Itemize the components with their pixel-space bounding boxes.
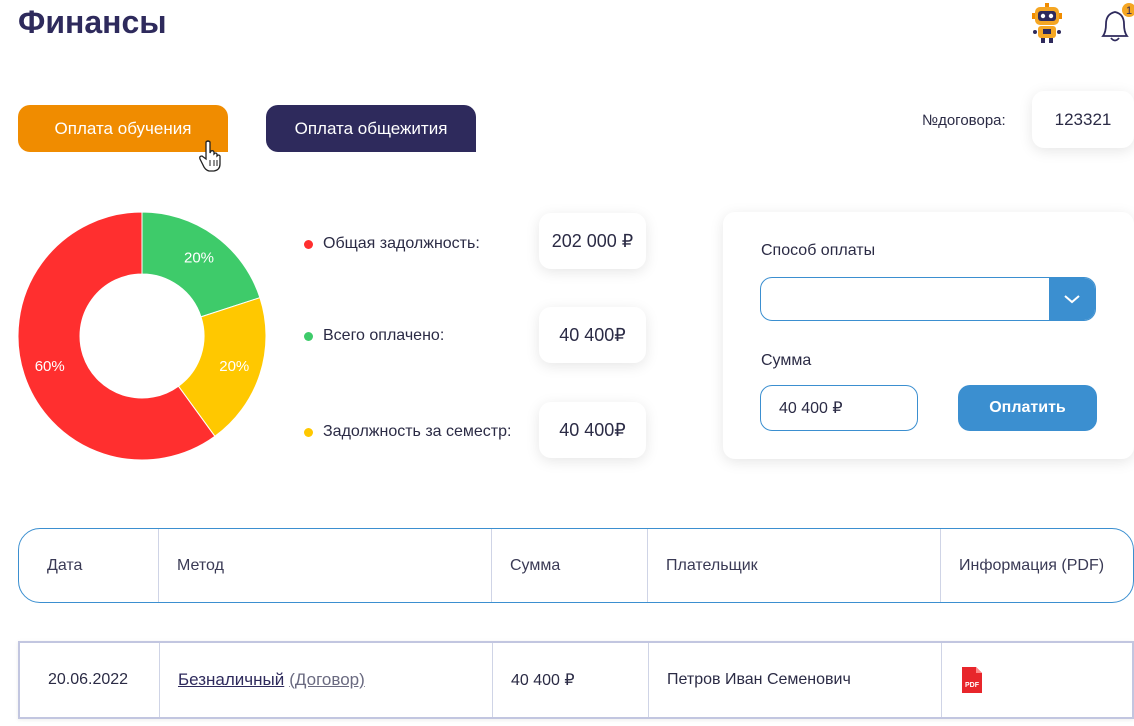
- legend-total-debt: Общая задолжность:: [304, 235, 480, 253]
- column-header-payer: Плательщик: [648, 529, 941, 602]
- amount-input[interactable]: [760, 385, 918, 431]
- legend-label-total-debt: Общая задолжность:: [323, 235, 480, 252]
- pdf-file-icon[interactable]: PDF: [960, 665, 984, 695]
- donut-label-0: 20%: [184, 250, 214, 267]
- row-date: 20.06.2022: [20, 643, 160, 717]
- page-title: Финансы: [18, 4, 167, 40]
- semester-debt-value: 40 400₽: [539, 402, 646, 458]
- donut-label-1: 20%: [219, 358, 249, 375]
- method-contract-link[interactable]: (Договор): [289, 670, 365, 690]
- table-row: 20.06.2022 Безналичный (Договор) 40 400 …: [18, 641, 1134, 719]
- column-header-date: Дата: [19, 529, 159, 602]
- donut-label-2: 60%: [35, 358, 65, 375]
- total-debt-value: 202 000 ₽: [539, 213, 646, 269]
- robot-assistant-icon[interactable]: [1028, 2, 1066, 44]
- total-paid-value: 40 400₽: [539, 307, 646, 363]
- column-header-amount: Сумма: [492, 529, 648, 602]
- dropdown-toggle[interactable]: [1049, 278, 1095, 320]
- method-link[interactable]: Безналичный: [178, 670, 284, 690]
- contract-number-label: №договора:: [922, 112, 1006, 129]
- column-header-pdf: Информация (PDF): [959, 556, 1105, 574]
- amount-label: Сумма: [761, 352, 812, 369]
- hand-cursor-icon: [198, 140, 224, 172]
- row-amount: 40 400 ₽: [493, 643, 649, 717]
- legend-dot-red: [304, 239, 313, 249]
- payments-table-header: Дата Метод Сумма Плательщик Информация (…: [18, 528, 1134, 603]
- notification-count-badge: 1: [1126, 5, 1132, 17]
- row-method[interactable]: Безналичный (Договор): [160, 643, 493, 717]
- pay-button[interactable]: Оплатить: [958, 385, 1097, 431]
- notifications-bell-icon[interactable]: 1: [1096, 2, 1134, 46]
- debt-donut-chart: 20% 20% 60%: [17, 211, 267, 461]
- legend-total-paid: Всего оплачено:: [304, 327, 444, 345]
- pdf-icon-text: PDF: [965, 682, 980, 689]
- contract-number-value: 123321: [1032, 91, 1134, 148]
- tab-dorm-payment[interactable]: Оплата общежития: [266, 105, 476, 152]
- row-payer: Петров Иван Семенович: [649, 643, 942, 717]
- chevron-down-icon: [1064, 295, 1080, 304]
- row-pdf: PDF: [942, 643, 1132, 717]
- legend-label-total-paid: Всего оплачено:: [323, 327, 445, 344]
- column-header-method: Метод: [159, 529, 492, 602]
- legend-label-semester-debt: Задолжность за семестр:: [323, 423, 512, 440]
- legend-semester-debt: Задолжность за семестр:: [304, 423, 511, 441]
- legend-dot-green: [304, 331, 313, 341]
- payment-method-select[interactable]: [760, 277, 1096, 321]
- tab-study-payment[interactable]: Оплата обучения: [18, 105, 228, 152]
- payment-method-label: Способ оплаты: [761, 242, 876, 259]
- legend-dot-yellow: [304, 427, 313, 437]
